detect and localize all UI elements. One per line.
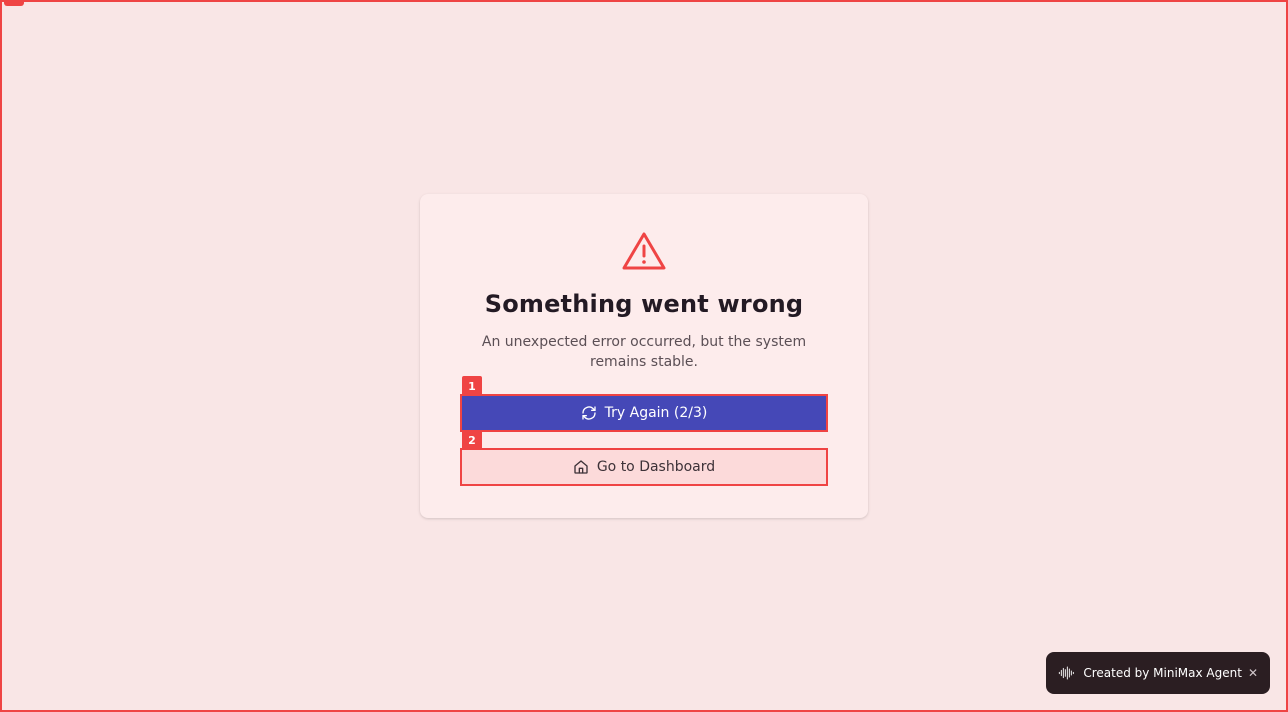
soundwave-icon	[1058, 666, 1074, 680]
element-badge-1: 1	[462, 376, 482, 396]
refresh-icon	[581, 406, 596, 420]
home-icon	[574, 460, 588, 474]
corner-marker	[4, 2, 24, 6]
go-to-dashboard-label: Go to Dashboard	[596, 459, 716, 475]
error-title: Something went wrong	[484, 290, 804, 318]
warning-triangle-icon	[622, 232, 666, 270]
toast-text: Created by MiniMax Agent	[1083, 666, 1242, 680]
element-badge-2: 2	[462, 430, 482, 450]
error-message: An unexpected error occurred, but the sy…	[481, 334, 807, 370]
try-again-button[interactable]: Try Again (2/3)	[460, 394, 828, 432]
toast-close-button[interactable]: ✕	[1248, 666, 1258, 680]
error-card: Something went wrong An unexpected error…	[420, 194, 868, 518]
minimax-toast: Created by MiniMax Agent ✕	[1046, 652, 1270, 694]
try-again-label: Try Again (2/3)	[604, 405, 708, 421]
go-to-dashboard-button[interactable]: Go to Dashboard	[460, 448, 828, 486]
page: Something went wrong An unexpected error…	[0, 0, 1288, 712]
